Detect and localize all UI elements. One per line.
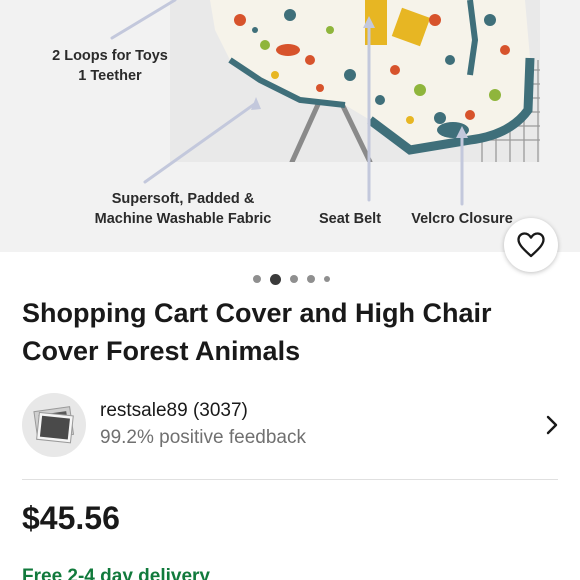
seller-avatar <box>22 393 86 457</box>
carousel-dot-5[interactable] <box>323 276 330 282</box>
carousel-dot-3[interactable] <box>289 275 298 283</box>
delivery-info: Free 2-4 day delivery <box>22 566 210 580</box>
photo-placeholder-icon <box>33 406 75 444</box>
seller-info-row[interactable]: restsale89 (3037) 99.2% positive feedbac… <box>22 390 562 460</box>
favorite-button[interactable] <box>504 218 558 272</box>
product-image-carousel[interactable]: 2 Loops for Toys 1 Teether Supersoft, Pa… <box>0 0 580 252</box>
divider <box>22 479 558 480</box>
callout-loops: 2 Loops for Toys 1 Teether <box>30 46 190 86</box>
callout-fabric: Supersoft, Padded & Machine Washable Fab… <box>88 189 278 229</box>
seller-feedback: 99.2% positive feedback <box>100 427 306 448</box>
carousel-dot-1[interactable] <box>252 275 261 283</box>
seller-text: restsale89 (3037) 99.2% positive feedbac… <box>100 398 542 452</box>
listing-title: Shopping Cart Cover and High Chair Cover… <box>22 298 492 366</box>
heart-outline-icon <box>517 232 545 258</box>
price: $45.56 <box>22 500 120 536</box>
chevron-right-icon[interactable] <box>542 413 562 437</box>
callout-seat-belt: Seat Belt <box>318 211 382 227</box>
callout-fabric-line1: Supersoft, Padded & <box>111 191 255 207</box>
callout-loops-line1: 2 Loops for Toys <box>52 48 168 64</box>
carousel-dot-4[interactable] <box>306 275 315 283</box>
callout-loops-line2: 1 Teether <box>78 68 142 84</box>
seller-name[interactable]: restsale89 (3037) <box>100 398 542 424</box>
carousel-pagination[interactable] <box>0 272 580 286</box>
carousel-dot-2-active[interactable] <box>269 273 281 285</box>
callout-velcro: Velcro Closure <box>411 211 513 227</box>
callout-fabric-line2: Machine Washable Fabric <box>94 211 272 227</box>
